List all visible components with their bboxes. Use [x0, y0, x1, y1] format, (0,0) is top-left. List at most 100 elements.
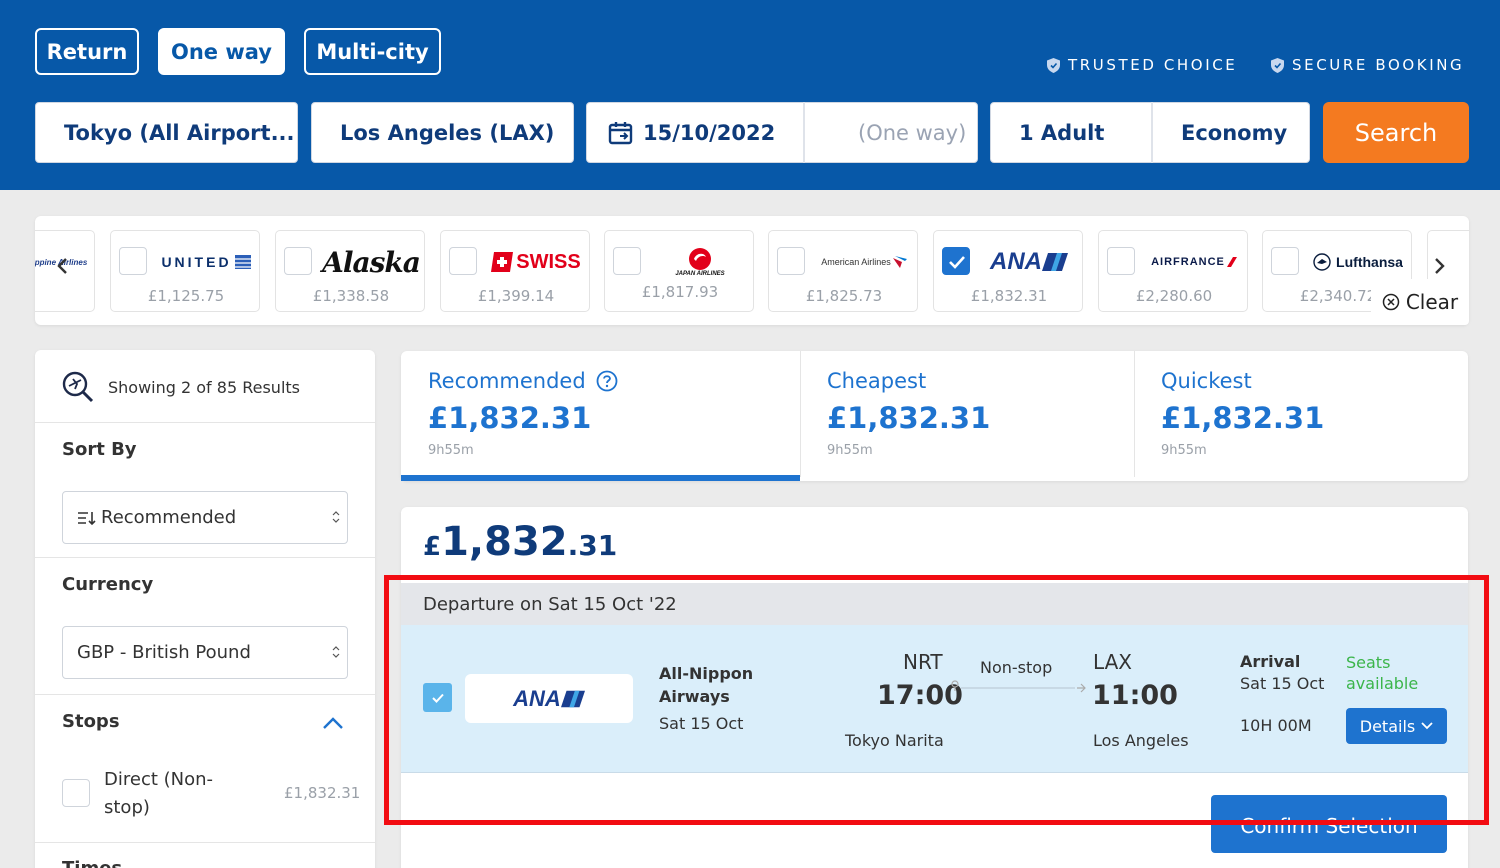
secure-booking-badge: SECURE BOOKING — [1271, 56, 1464, 74]
currency-select[interactable]: GBP - British Pound — [62, 626, 348, 679]
search-flights-icon — [62, 371, 94, 403]
divider — [35, 422, 375, 423]
chevron-left-icon — [57, 258, 67, 274]
airline-checkbox[interactable] — [284, 247, 312, 275]
route-line — [951, 680, 1086, 693]
passenger-cabin-field[interactable]: 1 Adult Economy — [990, 102, 1310, 163]
tab-duration: 9h55m — [1161, 443, 1207, 458]
lufthansa-crane-icon — [1313, 253, 1331, 271]
chevron-down-icon — [1421, 722, 1433, 730]
direct-stop-label: Direct (Non- stop) — [104, 769, 214, 818]
divider — [35, 842, 375, 843]
trusted-choice-badge: TRUSTED CHOICE — [1047, 56, 1237, 74]
airline-checkbox[interactable] — [777, 247, 805, 275]
cabin-value[interactable]: Economy — [1153, 121, 1287, 145]
chevron-right-icon — [1435, 258, 1445, 274]
return-date-placeholder[interactable]: (One way) — [805, 121, 966, 145]
airline-price: 59 — [35, 287, 56, 305]
arrival-label: Arrival — [1240, 652, 1301, 671]
clear-label: Clear — [1405, 290, 1459, 314]
airline-price: £1,832.31 — [970, 287, 1048, 305]
trip-type-one-way[interactable]: One way — [158, 28, 285, 75]
airfrance-stripe-icon — [1226, 257, 1237, 267]
tab-cheapest[interactable]: Cheapest £1,832.31 9h55m — [800, 351, 1134, 481]
destination-code: LAX — [1093, 650, 1132, 674]
airline-card-swiss[interactable]: SWISS £1,399.14 — [440, 230, 590, 312]
airline-date: Sat 15 Oct — [659, 714, 744, 733]
arrival-date: Sat 15 Oct — [1240, 674, 1325, 693]
sort-select[interactable]: Recommended — [62, 491, 348, 544]
details-button[interactable]: Details — [1346, 708, 1447, 744]
airline-logo-united: UNITED — [155, 245, 257, 279]
trusted-choice-label: TRUSTED CHOICE — [1068, 56, 1238, 74]
airline-price: £1,338.58 — [312, 287, 390, 305]
airline-checkbox-checked[interactable] — [942, 247, 970, 275]
airline-checkbox[interactable] — [1271, 247, 1299, 275]
times-title: Times — [62, 858, 122, 868]
origin-code: NRT — [903, 650, 943, 674]
search-button[interactable]: Search — [1323, 102, 1469, 163]
sort-value: Recommended — [101, 507, 237, 528]
chevron-up-icon[interactable] — [322, 716, 344, 730]
flight-result-card: £1,832.31 Departure on Sat 15 Oct '22 AN… — [401, 507, 1468, 868]
tab-price: £1,832.31 — [827, 401, 991, 435]
checkmark-icon — [431, 693, 444, 703]
divider — [35, 694, 375, 695]
currency-title: Currency — [62, 574, 154, 595]
airline-price: £1,125.75 — [147, 287, 225, 305]
airline-card-american[interactable]: American Airlines £1,825.73 — [768, 230, 918, 312]
origin-field[interactable]: Tokyo (All Airport... — [35, 102, 298, 163]
select-arrows-icon — [332, 511, 340, 523]
shield-icon — [1271, 57, 1284, 73]
airline-card-ana[interactable]: ANA £1,832.31 — [933, 230, 1083, 312]
destination-value: Los Angeles (LAX) — [340, 120, 555, 145]
active-tab-indicator — [401, 475, 800, 481]
trip-type-multi-city[interactable]: Multi-city — [304, 28, 441, 75]
sort-icon — [78, 511, 96, 525]
result-price: £1,832.31 — [423, 519, 618, 565]
airline-price: £1,825.73 — [805, 287, 883, 305]
strip-prev-button[interactable] — [47, 250, 79, 282]
airline-logo-jal: JAPAN AIRLINES — [649, 245, 751, 279]
origin-city: Tokyo Narita — [845, 731, 944, 750]
airline-checkbox[interactable] — [449, 247, 477, 275]
ana-stripe-icon — [560, 690, 585, 707]
flight-select-checkbox[interactable] — [423, 683, 452, 712]
tab-quickest[interactable]: Quickest £1,832.31 9h55m — [1134, 351, 1468, 481]
ana-stripe-icon — [1042, 253, 1068, 271]
select-arrows-icon — [332, 646, 340, 658]
direct-stop-checkbox[interactable] — [62, 779, 90, 807]
american-eagle-icon — [892, 256, 907, 268]
date-field[interactable]: 15/10/2022 (One way) — [586, 102, 978, 163]
clear-filters-button[interactable]: Clear — [1371, 279, 1469, 325]
depart-date-value: 15/10/2022 — [643, 120, 776, 145]
airline-checkbox[interactable] — [1107, 247, 1135, 275]
sort-tabs: Recommended £1,832.31 9h55m Cheapest £1,… — [401, 351, 1468, 481]
airline-card-alaska[interactable]: Alaska £1,338.58 — [275, 230, 425, 312]
help-circle-icon[interactable] — [596, 370, 618, 392]
trip-type-return[interactable]: Return — [35, 28, 139, 75]
airline-price: £2,280.60 — [1135, 287, 1213, 305]
jal-crane-icon — [689, 248, 711, 270]
flight-segment[interactable]: ANA All-Nippon Airways Sat 15 Oct NRT 17… — [401, 625, 1468, 773]
airline-card-united[interactable]: UNITED £1,125.75 — [110, 230, 260, 312]
swiss-cross-icon — [491, 252, 514, 272]
strip-next-button[interactable] — [1423, 250, 1455, 282]
airline-price: £1,817.93 — [641, 283, 719, 301]
passengers-value[interactable]: 1 Adult — [991, 121, 1151, 145]
destination-field[interactable]: Los Angeles (LAX) — [311, 102, 574, 163]
stops-label: Non-stop — [980, 658, 1053, 677]
stops-title: Stops — [62, 711, 120, 732]
flight-duration: 10H 00M — [1240, 716, 1312, 735]
tab-label: Quickest — [1161, 369, 1252, 393]
checkmark-icon — [949, 256, 965, 269]
airline-card-airfrance[interactable]: AIRFRANCE £2,280.60 — [1098, 230, 1248, 312]
airline-checkbox[interactable] — [613, 247, 641, 275]
tab-recommended[interactable]: Recommended £1,832.31 9h55m — [401, 351, 800, 481]
airline-checkbox[interactable] — [119, 247, 147, 275]
airline-logo-ana: ANA — [978, 245, 1080, 279]
sort-by-title: Sort By — [62, 439, 137, 460]
direct-stop-price: £1,832.31 — [284, 784, 361, 802]
airline-card-jal[interactable]: JAPAN AIRLINES £1,817.93 — [604, 230, 754, 312]
confirm-selection-button[interactable]: Confirm Selection — [1211, 795, 1447, 853]
